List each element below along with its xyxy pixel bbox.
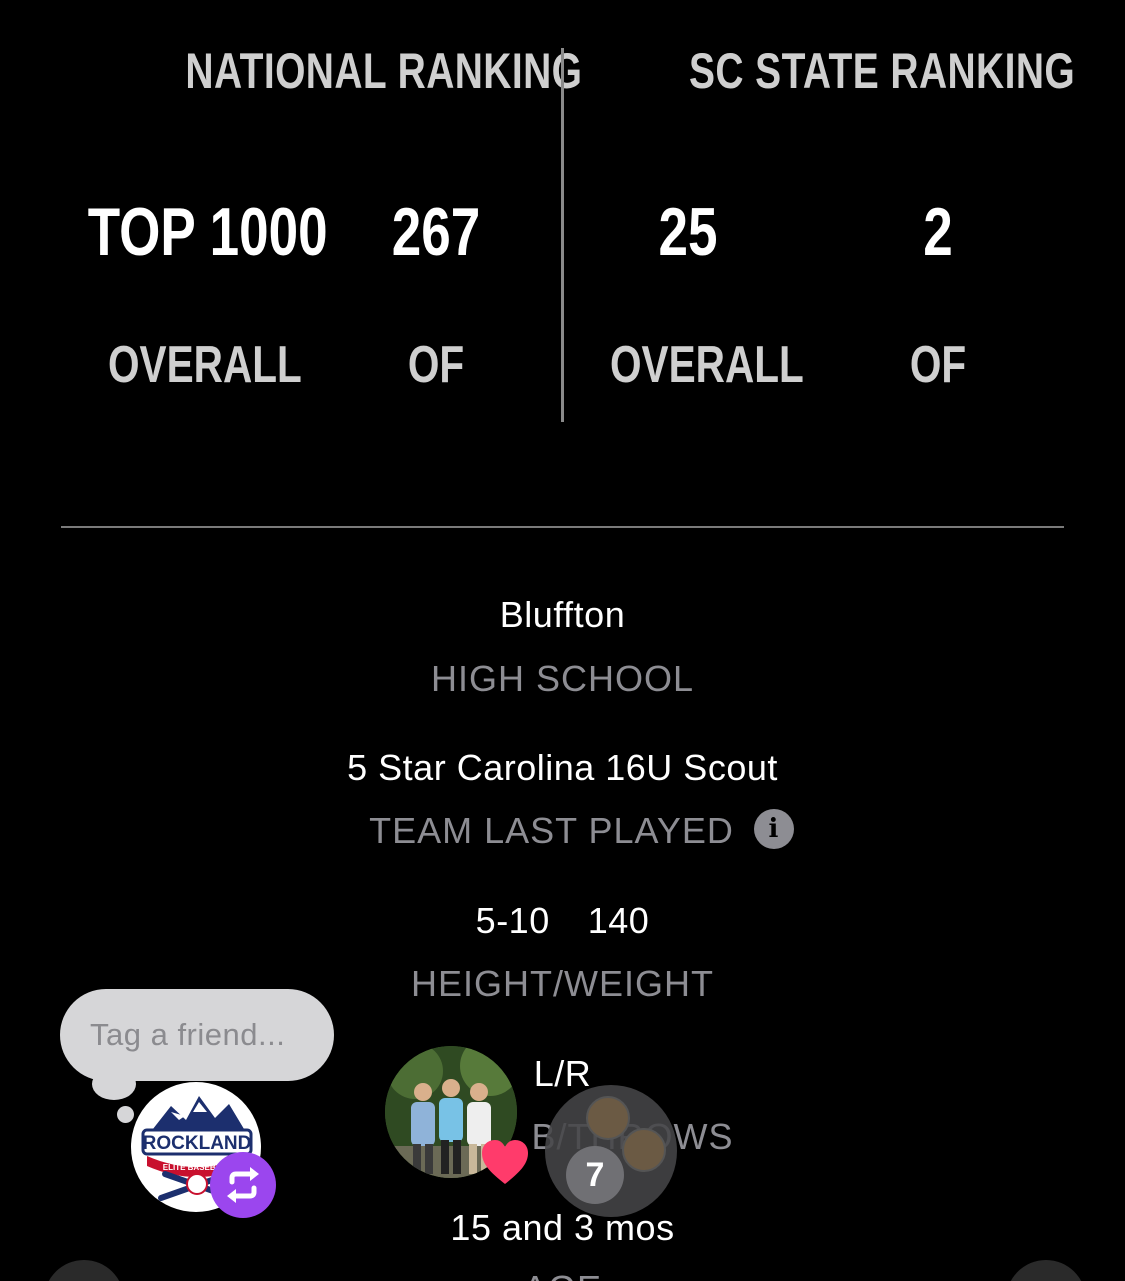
- state-overall-label: OVERALL: [610, 336, 804, 394]
- tag-friend-input[interactable]: Tag a friend...: [60, 989, 334, 1081]
- age-value: 15 and 3 mos: [450, 1207, 675, 1248]
- tagged-friend-avatar: [622, 1128, 666, 1172]
- section-divider: [61, 526, 1064, 528]
- bubble-tail: [92, 1068, 136, 1100]
- state-position-label: OF: [909, 336, 967, 394]
- weight-value: 140: [587, 900, 650, 941]
- team-value: 5 Star Carolina 16U Scout: [347, 747, 778, 788]
- tagged-count-badge: 7: [566, 1146, 624, 1204]
- column-divider: [561, 48, 564, 422]
- national-overall-value: TOP 1000: [87, 194, 328, 270]
- national-ranking-header: NATIONAL RANKING: [185, 43, 583, 99]
- tag-friend-placeholder: Tag a friend...: [90, 1017, 286, 1052]
- state-position-value: 2: [923, 194, 953, 270]
- high-school-value: Bluffton: [499, 594, 626, 635]
- national-position-label: OF: [407, 336, 465, 394]
- logo-wordmark: ROCKLAND: [143, 1133, 252, 1154]
- team-label-row: TEAM LAST PLAYED i: [0, 809, 1125, 853]
- age-label: AGE: [0, 1268, 1125, 1281]
- national-position-value: 267: [391, 194, 481, 270]
- left-nav-button[interactable]: [44, 1260, 124, 1281]
- right-nav-button[interactable]: [1006, 1260, 1086, 1281]
- repost-icon[interactable]: [210, 1152, 276, 1218]
- height-weight-value: 5-10 140: [0, 900, 1125, 942]
- national-overall-label: OVERALL: [108, 336, 302, 394]
- tagged-friend-avatar: [586, 1096, 630, 1140]
- high-school-label: HIGH SCHOOL: [430, 658, 695, 699]
- player-profile-screen: NATIONAL RANKING TOP 1000 267 OVERALL OF…: [0, 0, 1125, 1281]
- team-label: TEAM LAST PLAYED: [369, 810, 734, 851]
- height-value: 5-10: [475, 900, 550, 941]
- info-icon[interactable]: i: [753, 809, 794, 850]
- state-ranking-header: SC STATE RANKING: [688, 43, 1076, 99]
- heart-icon: [482, 1140, 528, 1184]
- state-overall-value: 25: [658, 194, 718, 270]
